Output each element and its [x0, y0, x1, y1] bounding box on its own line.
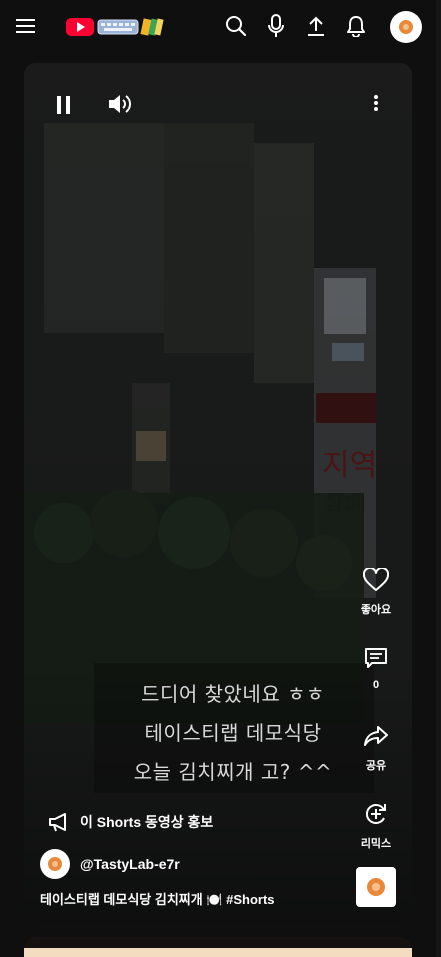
sound-thumbnail-icon[interactable] — [356, 867, 396, 907]
caption-line: 드디어 찾았네요 ㅎㅎ — [141, 682, 325, 706]
next-short-thumbnail — [24, 948, 412, 957]
pencil-icon — [140, 18, 164, 36]
promote-button[interactable]: 이 Shorts 동영상 홍보 — [48, 809, 213, 835]
remix-icon — [354, 797, 398, 831]
heart-icon — [354, 563, 398, 597]
video-frame: 지역 화폐 — [24, 63, 412, 923]
like-button[interactable]: 좋아요 — [354, 563, 398, 617]
avatar-icon[interactable] — [390, 11, 422, 43]
caption-line: 테이스티랩 데모식당 — [144, 721, 322, 745]
upload-icon[interactable] — [300, 10, 332, 42]
comment-button[interactable]: 0 — [354, 641, 398, 691]
video-title: 테이스티랩 데모식당 김치찌개 🍽️ #Shorts — [40, 889, 275, 908]
volume-icon[interactable] — [106, 89, 136, 119]
hashtag-link[interactable]: #Shorts — [226, 892, 274, 907]
scrollbar[interactable] — [436, 0, 441, 957]
search-icon[interactable] — [220, 10, 252, 42]
keyboard-icon — [97, 19, 139, 35]
like-label: 좋아요 — [360, 604, 392, 616]
video-caption: 드디어 찾았네요 ㅎㅎ 테이스티랩 데모식당 오늘 김치찌개 고? ^^ — [88, 675, 378, 792]
channel-name[interactable]: @TastyLab-e7r — [80, 856, 180, 872]
hamburger-icon[interactable] — [10, 10, 42, 42]
megaphone-icon — [48, 812, 70, 832]
share-icon — [354, 719, 398, 753]
microphone-icon[interactable] — [260, 10, 292, 42]
promote-label: 이 Shorts 동영상 홍보 — [80, 814, 214, 830]
share-label: 공유 — [365, 760, 387, 772]
pause-icon[interactable] — [50, 91, 78, 119]
channel-avatar[interactable] — [40, 849, 70, 879]
top-bar — [0, 0, 441, 52]
share-button[interactable]: 공유 — [354, 719, 398, 773]
remix-label: 리믹스 — [360, 838, 392, 850]
comment-count: 0 — [372, 679, 380, 691]
caption-line: 오늘 김치찌개 고? ^^ — [133, 760, 333, 784]
youtube-logo[interactable] — [66, 16, 166, 38]
shorts-player[interactable]: 지역 화폐 드디어 찾았네요 ㅎㅎ 테이스티랩 데모식당 오늘 김치찌개 고? … — [24, 63, 412, 923]
next-short-preview[interactable] — [24, 937, 412, 957]
remix-button[interactable]: 리믹스 — [354, 797, 398, 851]
more-vertical-icon[interactable] — [364, 89, 388, 117]
bell-icon[interactable] — [340, 10, 372, 42]
comment-icon — [354, 641, 398, 675]
video-title-text: 테이스티랩 데모식당 김치찌개 🍽️ — [40, 892, 227, 907]
channel-info[interactable]: @TastyLab-e7r — [40, 849, 180, 879]
